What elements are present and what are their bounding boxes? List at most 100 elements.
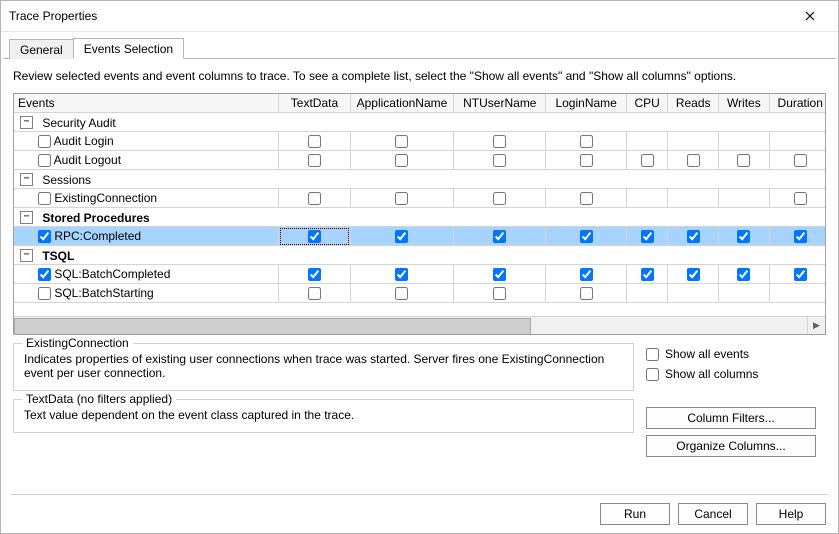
cell-checkbox[interactable]	[737, 268, 750, 281]
event-label: SQL:BatchCompleted	[54, 267, 170, 281]
cancel-button[interactable]: Cancel	[678, 503, 748, 525]
column-description-text: Text value dependent on the event class …	[24, 408, 623, 422]
show-all-columns-checkbox[interactable]	[646, 368, 659, 381]
cell-checkbox[interactable]	[641, 230, 654, 243]
event-sql-batch-starting[interactable]: SQL:BatchStarting	[14, 284, 826, 303]
cell-checkbox[interactable]	[395, 135, 408, 148]
cell-checkbox[interactable]	[308, 192, 321, 205]
horizontal-scrollbar[interactable]: ▶	[14, 316, 825, 334]
events-table: Events TextData ApplicationName NTUserNa…	[14, 94, 826, 303]
cell-checkbox[interactable]	[580, 230, 593, 243]
cell-checkbox[interactable]	[580, 192, 593, 205]
close-icon	[805, 11, 815, 21]
help-button[interactable]: Help	[756, 503, 826, 525]
cell-checkbox[interactable]	[794, 230, 807, 243]
scroll-thumb[interactable]	[14, 318, 531, 335]
tab-page-events-selection: Review selected events and event columns…	[3, 59, 836, 488]
cell-checkbox[interactable]	[395, 268, 408, 281]
event-existing-connection[interactable]: ExistingConnection	[14, 189, 826, 208]
titlebar: Trace Properties	[1, 1, 838, 32]
group-security-audit[interactable]: − Security Audit	[14, 113, 826, 132]
cell-checkbox[interactable]	[395, 230, 408, 243]
group-sessions[interactable]: − Sessions	[14, 170, 826, 189]
cell-checkbox[interactable]	[580, 135, 593, 148]
event-label: ExistingConnection	[54, 191, 157, 205]
cell-checkbox[interactable]	[493, 192, 506, 205]
cell-checkbox[interactable]	[794, 154, 807, 167]
dialog-body: General Events Selection Review selected…	[1, 32, 838, 533]
show-all-columns-option[interactable]: Show all columns	[646, 367, 826, 381]
col-header-cpu[interactable]: CPU	[626, 94, 667, 113]
col-header-textdata[interactable]: TextData	[279, 94, 350, 113]
cell-checkbox[interactable]	[395, 154, 408, 167]
run-button[interactable]: Run	[600, 503, 670, 525]
cell-checkbox[interactable]	[794, 192, 807, 205]
cell-checkbox[interactable]	[308, 268, 321, 281]
cell-checkbox[interactable]	[308, 287, 321, 300]
event-audit-logout[interactable]: Audit Logout	[14, 151, 826, 170]
enable-event-checkbox[interactable]	[38, 230, 51, 243]
col-header-writes[interactable]: Writes	[719, 94, 770, 113]
cell-checkbox[interactable]	[493, 287, 506, 300]
cell-checkbox[interactable]	[737, 154, 750, 167]
enable-event-checkbox[interactable]	[38, 268, 51, 281]
cell-checkbox[interactable]	[395, 287, 408, 300]
header-row: Events TextData ApplicationName NTUserNa…	[14, 94, 826, 113]
event-description-legend: ExistingConnection	[22, 336, 133, 350]
group-tsql[interactable]: − TSQL	[14, 246, 826, 265]
cell-checkbox[interactable]	[493, 230, 506, 243]
tab-general[interactable]: General	[9, 39, 74, 59]
scroll-right-icon[interactable]: ▶	[807, 317, 825, 334]
cell-checkbox[interactable]	[493, 268, 506, 281]
cell-checkbox[interactable]	[641, 154, 654, 167]
column-filters-button[interactable]: Column Filters...	[646, 407, 816, 429]
event-rpc-completed[interactable]: RPC:Completed	[14, 227, 826, 246]
event-audit-login[interactable]: Audit Login	[14, 132, 826, 151]
col-header-loginname[interactable]: LoginName	[546, 94, 627, 113]
event-sql-batch-completed[interactable]: SQL:BatchCompleted	[14, 265, 826, 284]
group-label: Stored Procedures	[42, 210, 149, 224]
cell-checkbox[interactable]	[737, 230, 750, 243]
tab-events-selection[interactable]: Events Selection	[73, 38, 184, 59]
col-header-ntusername[interactable]: NTUserName	[454, 94, 546, 113]
enable-event-checkbox[interactable]	[38, 192, 51, 205]
lower-panel: ExistingConnection Indicates properties …	[13, 335, 826, 457]
close-button[interactable]	[790, 2, 830, 30]
cell-checkbox[interactable]	[580, 154, 593, 167]
col-header-duration[interactable]: Duration	[769, 94, 826, 113]
collapse-icon[interactable]: −	[20, 211, 33, 224]
organize-columns-button[interactable]: Organize Columns...	[646, 435, 816, 457]
collapse-icon[interactable]: −	[20, 173, 33, 186]
event-label: Audit Login	[54, 134, 114, 148]
cell-checkbox[interactable]	[580, 287, 593, 300]
cell-checkbox[interactable]	[493, 154, 506, 167]
cell-checkbox[interactable]	[794, 268, 807, 281]
cell-checkbox[interactable]	[395, 192, 408, 205]
show-all-events-checkbox[interactable]	[646, 348, 659, 361]
collapse-icon[interactable]: −	[20, 116, 33, 129]
cell-checkbox[interactable]	[687, 230, 700, 243]
instruction-text: Review selected events and event columns…	[13, 69, 826, 83]
show-all-events-label: Show all events	[665, 347, 749, 361]
event-label: RPC:Completed	[54, 229, 141, 243]
events-grid[interactable]: Events TextData ApplicationName NTUserNa…	[13, 93, 826, 335]
cell-checkbox[interactable]	[687, 268, 700, 281]
cell-checkbox[interactable]	[308, 154, 321, 167]
enable-event-checkbox[interactable]	[38, 135, 51, 148]
group-label: Security Audit	[42, 115, 115, 129]
cell-checkbox[interactable]	[687, 154, 700, 167]
collapse-icon[interactable]: −	[20, 249, 33, 262]
cell-checkbox[interactable]	[308, 230, 321, 243]
col-header-reads[interactable]: Reads	[668, 94, 719, 113]
cell-checkbox[interactable]	[493, 135, 506, 148]
column-description-legend: TextData (no filters applied)	[22, 392, 176, 406]
show-all-events-option[interactable]: Show all events	[646, 347, 826, 361]
enable-event-checkbox[interactable]	[38, 287, 51, 300]
cell-checkbox[interactable]	[641, 268, 654, 281]
group-stored-procedures[interactable]: − Stored Procedures	[14, 208, 826, 227]
enable-event-checkbox[interactable]	[38, 154, 51, 167]
cell-checkbox[interactable]	[580, 268, 593, 281]
col-header-appname[interactable]: ApplicationName	[350, 94, 454, 113]
cell-checkbox[interactable]	[308, 135, 321, 148]
col-header-events[interactable]: Events	[14, 94, 279, 113]
